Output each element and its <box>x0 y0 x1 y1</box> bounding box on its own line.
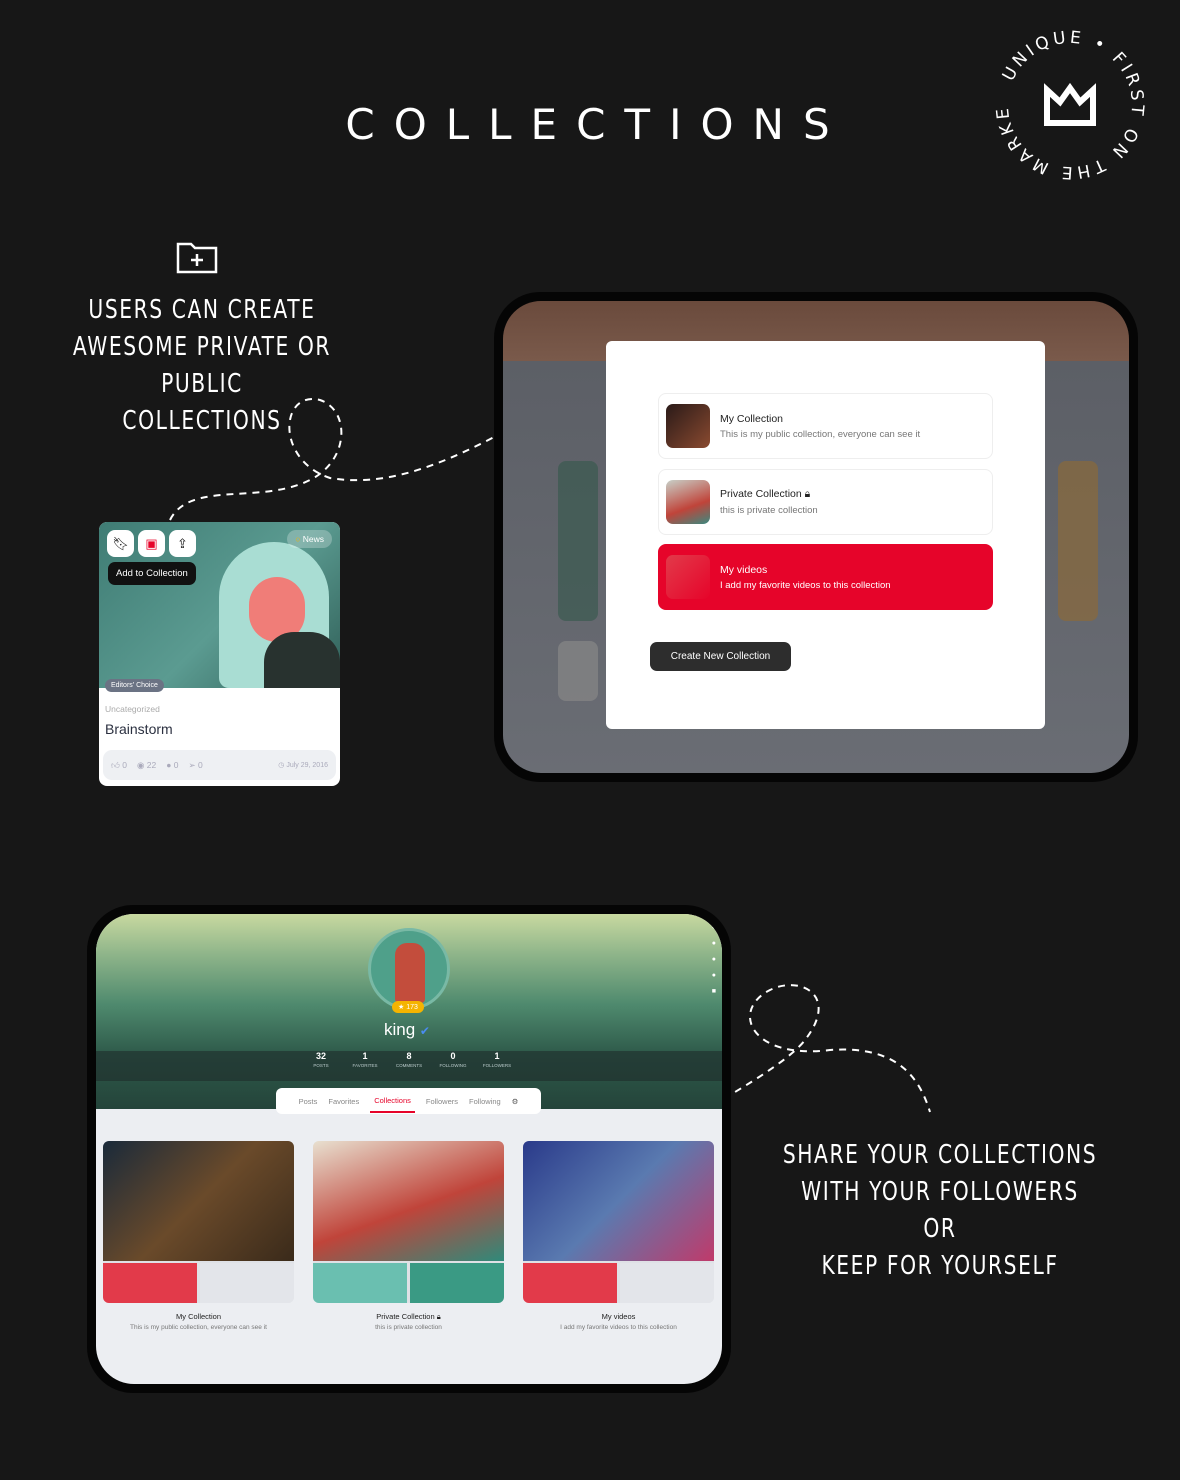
collection-thumbnail <box>666 555 710 599</box>
left-caption: USERS CAN CREATE AWESOME PRIVATE OR PUBL… <box>37 292 368 440</box>
create-new-collection-button[interactable]: Create New Collection <box>650 642 791 671</box>
tab-following[interactable]: Following <box>469 1097 501 1106</box>
collection-name: My videos <box>720 563 768 576</box>
stat-following[interactable]: 0 FOLLOWING <box>431 1051 475 1081</box>
tablet-collection-modal: My Collection This is my public collectio… <box>494 292 1138 782</box>
gear-icon[interactable]: ⚙ <box>512 1097 519 1106</box>
stat-label: COMMENTS <box>395 1063 423 1068</box>
collection-name[interactable]: My videos <box>523 1312 714 1321</box>
caption-line: AWESOME PRIVATE OR PUBLIC <box>72 332 332 399</box>
stat-label: POSTS <box>313 1063 329 1068</box>
caption-line: COLLECTIONS <box>122 406 282 436</box>
stat-value: 32 <box>315 1051 326 1061</box>
points-value: 173 <box>406 1004 418 1011</box>
bookmark-icon[interactable]: 🔖︎ <box>107 530 134 557</box>
collection-card[interactable] <box>103 1141 294 1303</box>
post-meta-bar: 👍︎ 0 ◉ 22 ● 0 ➢ 0 ◷ July 29, 2016 <box>103 750 336 780</box>
caption-line: WITH YOUR FOLLOWERS <box>801 1177 1079 1207</box>
likes-count: 0 <box>122 759 127 770</box>
category-badge[interactable]: ○ News <box>287 530 332 548</box>
tablet-profile-collections: ● ● ● ● ■ ★ 173 king ✔ 32 POSTS 1 FAVORITES 8 C… <box>87 905 731 1393</box>
collection-thumbnail <box>666 480 710 524</box>
collection-card[interactable] <box>523 1141 714 1303</box>
tooltip: Add to Collection <box>108 562 196 585</box>
caption-line: OR <box>923 1214 957 1244</box>
points-badge: ★ 173 <box>392 1001 424 1013</box>
lock-icon: 🔒︎ <box>436 1312 441 1321</box>
caption-line: KEEP FOR YOURSELF <box>821 1251 1059 1281</box>
collection-card[interactable] <box>313 1141 504 1303</box>
stat-value: 0 <box>450 1051 456 1061</box>
stat-favorites[interactable]: 1 FAVORITES <box>343 1051 387 1081</box>
stat-posts[interactable]: 32 POSTS <box>299 1051 343 1081</box>
profile-tabs: Posts Favorites Collections Followers Fo… <box>276 1088 541 1114</box>
username-text: king <box>384 1020 416 1039</box>
collection-desc: This is my public collection, everyone c… <box>720 428 921 440</box>
stat-comments[interactable]: 8 COMMENTS <box>387 1051 431 1081</box>
collection-option[interactable]: Private Collection 🔒︎ this is private col… <box>658 469 993 535</box>
stat-label: FAVORITES <box>352 1063 378 1068</box>
post-card[interactable]: 🔖︎ ▣ ⇪ Add to Collection ○ News Editors'… <box>99 522 340 786</box>
date-text: July 29, 2016 <box>286 762 328 769</box>
post-date: ◷ July 29, 2016 <box>278 762 328 769</box>
post-image: 🔖︎ ▣ ⇪ Add to Collection ○ News Editors'… <box>99 522 340 692</box>
stat-value: 1 <box>494 1051 500 1061</box>
share-upload-icon[interactable]: ⇪ <box>169 530 196 557</box>
right-caption: SHARE YOUR COLLECTIONS WITH YOUR FOLLOWE… <box>776 1137 1104 1285</box>
folder-add-icon <box>176 242 218 274</box>
social-links: ● ● ● ● ■ <box>712 924 716 995</box>
eye-icon: ◉ 22 <box>136 759 157 770</box>
collection-option-selected[interactable]: My videos I add my favorite videos to thi… <box>658 544 993 610</box>
collection-name-text: Private Collection <box>376 1312 435 1321</box>
caption-line: SHARE YOUR COLLECTIONS <box>782 1140 1098 1170</box>
collection-desc: I add my favorite videos to this collect… <box>560 1324 677 1331</box>
collection-desc: this is private collection <box>720 505 818 516</box>
collection-name: Private Collection <box>720 488 802 500</box>
stat-value: 8 <box>406 1051 412 1061</box>
post-category[interactable]: Uncategorized <box>105 704 160 714</box>
linkedin-icon[interactable]: ■ <box>712 988 716 995</box>
editors-choice-badge: Editors' Choice <box>105 679 164 692</box>
collection-thumbnail <box>666 404 710 448</box>
tab-favorites[interactable]: Favorites <box>328 1097 359 1106</box>
add-to-collection-modal: My Collection This is my public collectio… <box>606 341 1045 729</box>
facebook-icon[interactable]: ● <box>712 924 716 931</box>
stat-label: FOLLOWING <box>439 1063 467 1068</box>
post-title[interactable]: Brainstorm <box>105 721 173 737</box>
stat-followers[interactable]: 1 FOLLOWERS <box>475 1051 519 1081</box>
profile-stats: 32 POSTS 1 FAVORITES 8 COMMENTS 0 FOLLOWING … <box>96 1051 722 1081</box>
badge-label: News <box>302 534 324 544</box>
collection-name: My Collection <box>720 412 784 425</box>
pinterest-icon[interactable]: ● <box>712 972 716 979</box>
instagram-icon[interactable]: ● <box>712 956 716 963</box>
tab-followers[interactable]: Followers <box>426 1097 458 1106</box>
collection-name[interactable]: My Collection <box>103 1312 294 1321</box>
comment-icon[interactable]: ● 0 <box>166 760 178 770</box>
twitter-icon[interactable]: ● <box>712 940 716 947</box>
username: king ✔ <box>384 1020 430 1040</box>
caption-line: USERS CAN CREATE <box>88 295 316 325</box>
share-icon[interactable]: ➢ 0 <box>188 760 202 771</box>
add-to-collection-icon[interactable]: ▣ <box>138 530 165 557</box>
shares-count: 0 <box>197 759 203 770</box>
collection-desc: this is private collection <box>375 1324 442 1331</box>
collection-option[interactable]: My Collection This is my public collectio… <box>658 393 993 459</box>
like-icon[interactable]: 👍︎ 0 <box>111 760 127 771</box>
views-count: 22 <box>146 759 157 770</box>
tab-collections[interactable]: Collections <box>370 1090 415 1113</box>
stat-value: 1 <box>362 1051 368 1061</box>
avatar[interactable] <box>368 928 450 1010</box>
collection-desc: I add my favorite videos to this collect… <box>720 579 891 591</box>
profile-cover: ● ● ● ● ■ ★ 173 king ✔ 32 POSTS 1 FAVORITES 8 C… <box>96 914 722 1109</box>
collection-desc: This is my public collection, everyone c… <box>130 1324 267 1331</box>
lock-icon: 🔒︎ <box>804 488 811 500</box>
tab-posts[interactable]: Posts <box>299 1097 318 1106</box>
comments-count: 0 <box>173 760 179 770</box>
collection-name[interactable]: Private Collection 🔒︎ <box>313 1312 504 1322</box>
stat-label: FOLLOWERS <box>482 1063 512 1068</box>
verified-icon: ✔ <box>419 1024 430 1038</box>
